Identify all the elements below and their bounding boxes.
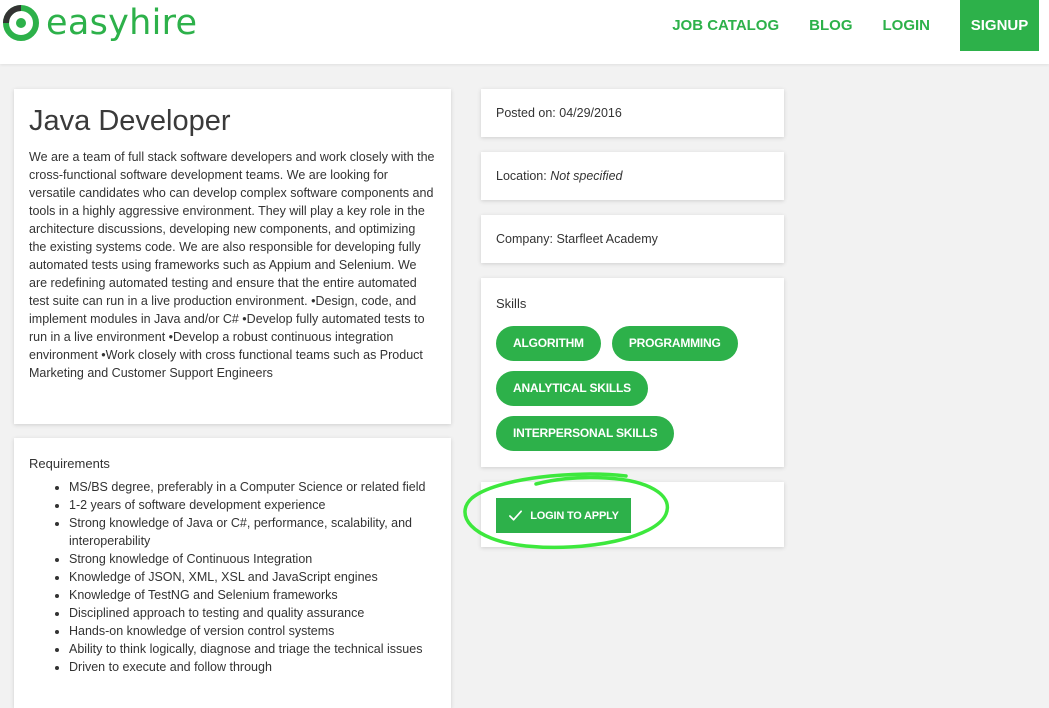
job-title: Java Developer xyxy=(29,105,231,137)
location-label: Location: xyxy=(496,169,547,183)
skill-tags: ALGORITHM PROGRAMMING ANALYTICAL SKILLS … xyxy=(496,326,776,461)
nav-login[interactable]: LOGIN xyxy=(883,2,931,49)
skills-card: Skills ALGORITHM PROGRAMMING ANALYTICAL … xyxy=(481,278,784,467)
nav-job-catalog[interactable]: JOB CATALOG xyxy=(672,2,779,49)
list-item: Hands-on knowledge of version control sy… xyxy=(69,622,436,640)
skill-tag-interpersonal-skills[interactable]: INTERPERSONAL SKILLS xyxy=(496,416,675,451)
job-description-card: Java Developer We are a team of full sta… xyxy=(14,89,451,424)
highlight-circle-annotation xyxy=(463,472,670,550)
company-label: Company: xyxy=(496,232,553,246)
skill-tag-analytical-skills[interactable]: ANALYTICAL SKILLS xyxy=(496,371,648,406)
nav-blog[interactable]: BLOG xyxy=(809,2,852,49)
signup-button[interactable]: SIGNUP xyxy=(960,0,1039,51)
company-card: Company: Starfleet Academy xyxy=(481,215,784,263)
list-item: Knowledge of TestNG and Selenium framewo… xyxy=(69,586,436,604)
location-card: Location: Not specified xyxy=(481,152,784,200)
posted-date: 04/29/2016 xyxy=(559,106,622,120)
requirements-list: MS/BS degree, preferably in a Computer S… xyxy=(29,478,436,676)
skills-title: Skills xyxy=(496,296,527,311)
posted-label: Posted on: xyxy=(496,106,556,120)
requirements-card: Requirements MS/BS degree, preferably in… xyxy=(14,438,451,708)
skill-tag-programming[interactable]: PROGRAMMING xyxy=(611,326,738,361)
requirements-title: Requirements xyxy=(29,456,110,471)
easyhire-logo-icon xyxy=(3,5,39,41)
logo[interactable]: easyhire xyxy=(2,3,197,43)
list-item: Strong knowledge of Continuous Integrati… xyxy=(69,550,436,568)
list-item: Strong knowledge of Java or C#, performa… xyxy=(69,514,436,550)
posted-card: Posted on: 04/29/2016 xyxy=(481,89,784,137)
brand-name: easyhire xyxy=(46,3,198,43)
skill-tag-algorithm[interactable]: ALGORITHM xyxy=(496,326,601,361)
top-header: easyhire JOB CATALOG BLOG LOGIN SIGNUP xyxy=(0,0,1049,64)
list-item: MS/BS degree, preferably in a Computer S… xyxy=(69,478,436,496)
job-description: We are a team of full stack software dev… xyxy=(29,150,435,380)
location-value: Not specified xyxy=(550,169,623,183)
list-item: Driven to execute and follow through xyxy=(69,658,436,676)
list-item: 1-2 years of software development experi… xyxy=(69,496,436,514)
list-item: Ability to think logically, diagnose and… xyxy=(69,640,436,658)
main-nav: JOB CATALOG BLOG LOGIN SIGNUP xyxy=(672,0,1039,51)
list-item: Disciplined approach to testing and qual… xyxy=(69,604,436,622)
company-value: Starfleet Academy xyxy=(556,232,658,246)
list-item: Knowledge of JSON, XML, XSL and JavaScri… xyxy=(69,568,436,586)
